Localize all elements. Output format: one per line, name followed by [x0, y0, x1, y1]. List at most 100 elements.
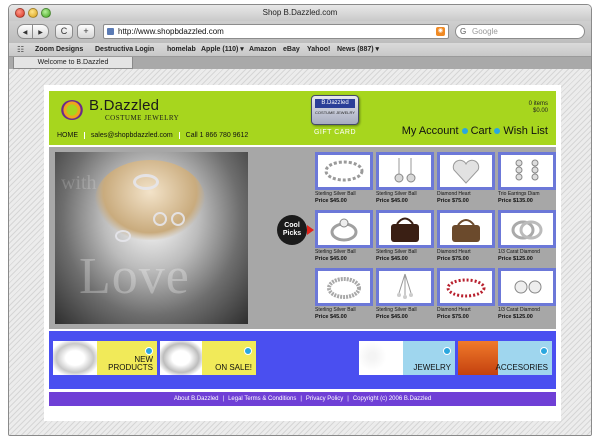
product-image[interactable] [498, 152, 556, 190]
bookmarks-bar: ☷ Zoom Designs Destructiva Login homelab… [9, 43, 591, 57]
product-title[interactable]: Diamond Heart [437, 191, 495, 197]
footer-divider: | [300, 396, 302, 402]
product-image[interactable] [437, 210, 495, 248]
legal-link[interactable]: Legal Terms & Conditions [228, 396, 296, 402]
product-image[interactable] [498, 210, 556, 248]
forward-button[interactable]: ▶ [33, 24, 49, 39]
bookmarks-book-icon[interactable]: ☷ [17, 46, 24, 54]
reload-icon: C [60, 26, 68, 36]
bookmark-item[interactable]: Yahoo! [307, 43, 330, 57]
wish-list-link[interactable]: Wish List [503, 125, 548, 137]
address-bar-url: http://www.shopbdazzled.com [118, 27, 224, 36]
browser-window: Shop B.Dazzled.com ◀ ▶ C + http://www.sh… [8, 4, 592, 436]
hero-image[interactable]: with Love [55, 152, 248, 324]
window-title: Shop B.Dazzled.com [262, 8, 338, 17]
product-card[interactable]: 1/3 Carat Diamond Price $125.00 [498, 268, 556, 324]
cart-link[interactable]: Cart [471, 125, 492, 137]
rss-icon[interactable]: ◉ [436, 27, 445, 36]
product-image[interactable] [315, 152, 373, 190]
accessories-banner[interactable]: ACCESORIES [458, 341, 552, 375]
product-image[interactable] [498, 268, 556, 306]
product-card[interactable]: Trio Earrings Diam Price $135.00 [498, 152, 556, 208]
accessories-image [458, 341, 498, 375]
minimize-window-icon[interactable] [28, 8, 38, 18]
tab-welcome[interactable]: Welcome to B.Dazzled [13, 57, 133, 69]
product-title[interactable]: Sterling Silver Ball [315, 191, 373, 197]
reload-button[interactable]: C [55, 24, 73, 39]
browser-toolbar: ◀ ▶ C + http://www.shopbdazzled.com ◉ G … [9, 21, 591, 43]
product-image[interactable] [437, 152, 495, 190]
product-card[interactable]: Sterling Silver Ball Price $45.00 [376, 210, 434, 266]
product-card[interactable]: Sterling Silver Ball Price $45.00 [315, 268, 373, 324]
footer-divider: | [347, 396, 349, 402]
gift-card-image[interactable]: B.Dazzled COSTUME JEWELRY [311, 95, 359, 125]
product-image[interactable] [315, 268, 373, 306]
page-viewport: B.Dazzled COSTUME JEWELRY B.Dazzled COST… [9, 69, 591, 435]
about-link[interactable]: About B.Dazzled [174, 396, 219, 402]
product-image[interactable] [437, 268, 495, 306]
product-card[interactable]: Sterling Silver Ball Price $45.00 [315, 210, 373, 266]
product-price: Price $45.00 [315, 314, 347, 320]
product-image[interactable] [315, 210, 373, 248]
product-price: Price $125.00 [498, 256, 533, 262]
search-field[interactable]: G Google [455, 24, 585, 39]
bookmark-item[interactable]: homelab [167, 43, 196, 57]
new-products-banner[interactable]: NEW PRODUCTS [53, 341, 157, 375]
new-products-line2: PRODUCTS [108, 363, 153, 372]
product-image[interactable] [376, 152, 434, 190]
cart-summary: 0 items $0.00 [529, 101, 548, 115]
jewelry-banner[interactable]: JEWELRY [359, 341, 455, 375]
site-logo[interactable]: B.Dazzled [89, 97, 159, 114]
close-window-icon[interactable] [15, 8, 25, 18]
store-page: B.Dazzled COSTUME JEWELRY B.Dazzled COST… [44, 85, 561, 421]
product-card[interactable]: Sterling Silver Ball Price $45.00 [315, 152, 373, 208]
zoom-window-icon[interactable] [41, 8, 51, 18]
product-card[interactable]: 1/3 Carat Diamond Price $125.00 [498, 210, 556, 266]
cool-picks-line2: Picks [282, 230, 302, 237]
bookmark-item[interactable]: Amazon [249, 43, 276, 57]
my-account-link[interactable]: My Account [402, 125, 459, 137]
nav-divider [178, 132, 180, 139]
home-link[interactable]: HOME [57, 132, 78, 139]
bookmark-item[interactable]: eBay [283, 43, 300, 57]
product-card[interactable]: Diamond Heart Price $75.00 [437, 210, 495, 266]
featured-area: with Love Cool Picks Sterling Silver Bal… [49, 147, 556, 329]
cool-picks-line1: Cool [284, 222, 300, 229]
bookmark-item[interactable]: News (887) ▾ [337, 43, 379, 57]
product-image[interactable] [376, 210, 434, 248]
product-title[interactable]: 1/3 Carat Diamond [498, 249, 556, 255]
plus-icon: + [83, 26, 89, 36]
product-card[interactable]: Diamond Heart Price $75.00 [437, 152, 495, 208]
product-card[interactable]: Diamond Heart Price $75.00 [437, 268, 495, 324]
on-sale-banner[interactable]: ON SALE! [160, 341, 256, 375]
nav-dot-icon [461, 128, 468, 135]
product-title[interactable]: Trio Earrings Diam [498, 191, 556, 197]
new-tab-button[interactable]: + [77, 24, 95, 39]
title-bar: Shop B.Dazzled.com [9, 5, 591, 21]
product-card[interactable]: Sterling Silver Ball Price $45.00 [376, 268, 434, 324]
product-image[interactable] [376, 268, 434, 306]
product-title[interactable]: 1/3 Carat Diamond [498, 307, 556, 313]
product-title[interactable]: Sterling Silver Ball [376, 307, 434, 313]
product-card[interactable]: Sterling Silver Ball Price $45.00 [376, 152, 434, 208]
product-price: Price $125.00 [498, 314, 533, 320]
bookmark-item[interactable]: Apple (110) ▾ [201, 43, 244, 57]
privacy-link[interactable]: Privacy Policy [306, 396, 343, 402]
product-price: Price $75.00 [437, 256, 469, 262]
address-bar[interactable]: http://www.shopbdazzled.com ◉ [103, 24, 449, 39]
product-price: Price $75.00 [437, 314, 469, 320]
product-title[interactable]: Diamond Heart [437, 249, 495, 255]
product-title[interactable]: Sterling Silver Ball [376, 191, 434, 197]
product-title[interactable]: Sterling Silver Ball [315, 307, 373, 313]
back-button[interactable]: ◀ [17, 24, 33, 39]
product-title[interactable]: Diamond Heart [437, 307, 495, 313]
email-link[interactable]: sales@shopbdazzled.com [91, 132, 173, 139]
product-title[interactable]: Sterling Silver Ball [376, 249, 434, 255]
gift-card-link[interactable]: GIFT CARD [307, 129, 363, 136]
gift-card-brand: B.Dazzled [315, 99, 355, 108]
bookmark-item[interactable]: Destructiva Login [95, 43, 154, 57]
product-title[interactable]: Sterling Silver Ball [315, 249, 373, 255]
bookmark-item[interactable]: Zoom Designs [35, 43, 83, 57]
logo-ring-icon[interactable] [61, 100, 83, 120]
cool-picks-badge: Cool Picks [277, 215, 307, 245]
